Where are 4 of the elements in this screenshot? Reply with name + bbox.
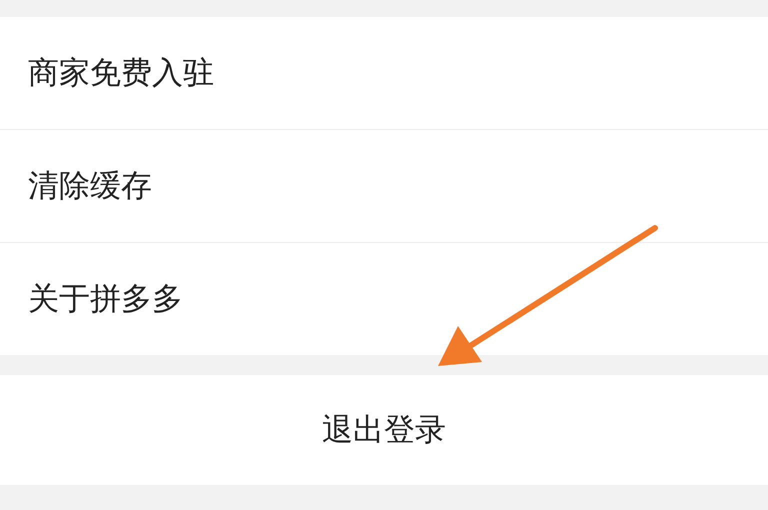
logout-button[interactable]: 退出登录 xyxy=(0,375,768,485)
menu-item[interactable]: 关于拼多多 xyxy=(0,243,768,355)
menu-item[interactable]: 清除缓存 xyxy=(0,130,768,243)
menu-item[interactable]: 商家免费入驻 xyxy=(0,17,768,130)
